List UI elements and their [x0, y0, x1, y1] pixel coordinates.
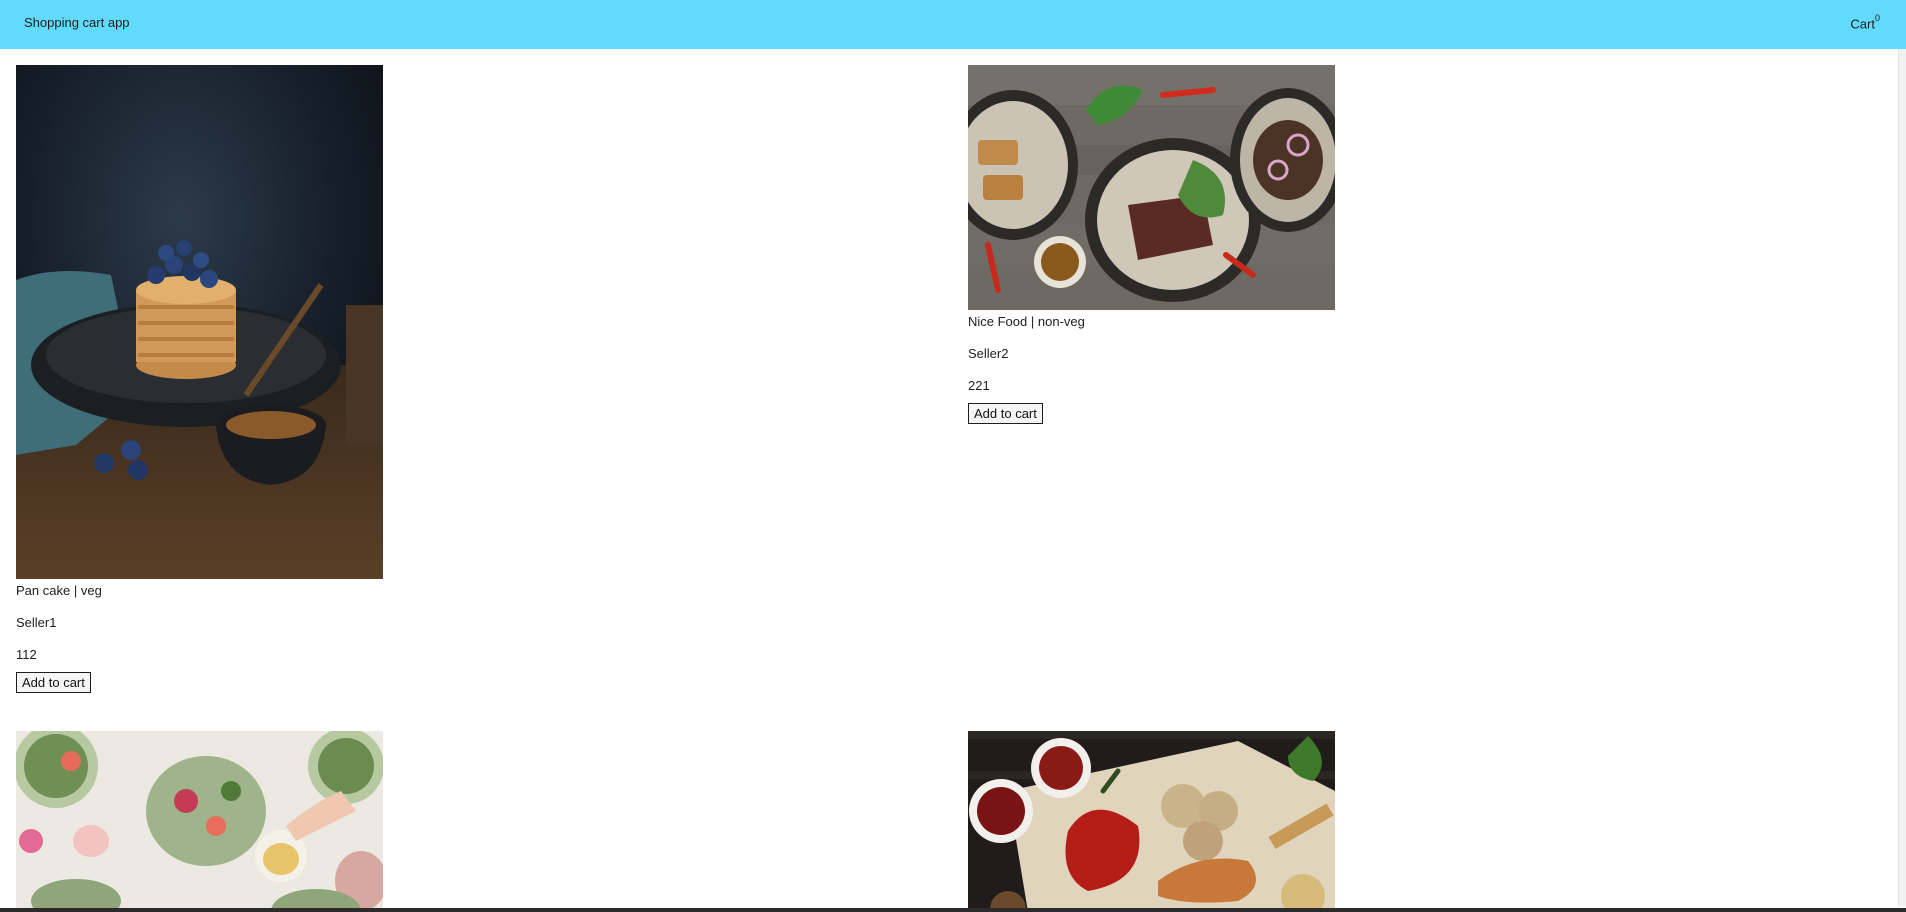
page-scrollbar[interactable]	[1898, 49, 1906, 906]
name-separator: |	[1030, 314, 1035, 329]
window-bottom-edge	[0, 908, 1906, 912]
product-price: 221	[968, 378, 990, 393]
product-seller: Seller1	[16, 615, 57, 630]
grilled-vegetables-photo	[968, 731, 1335, 912]
add-to-cart-button[interactable]: Add to cart	[16, 672, 91, 693]
cart-link[interactable]: Cart0	[1850, 13, 1880, 32]
product-type: veg	[80, 583, 102, 598]
product-type: non-veg	[1037, 314, 1085, 329]
product-name-line: Pan cake | veg	[16, 583, 383, 599]
product-card: Pan cake | veg Seller1 112 Add to cart	[16, 65, 383, 693]
product-card	[16, 731, 383, 912]
salad-table-photo	[16, 731, 383, 912]
add-to-cart-button[interactable]: Add to cart	[968, 403, 1043, 424]
app-header: Shopping cart app Cart0	[0, 0, 1906, 49]
product-card	[968, 731, 1335, 912]
product-name-line: Nice Food | non-veg	[968, 314, 1335, 330]
product-price: 112	[16, 647, 37, 662]
product-seller: Seller2	[968, 346, 1009, 361]
app-title: Shopping cart app	[24, 15, 130, 30]
product-name: Nice Food	[968, 314, 1028, 329]
product-card: Nice Food | non-veg Seller2 221 Add to c…	[968, 65, 1335, 424]
pancake-photo	[16, 65, 383, 579]
cart-label: Cart	[1850, 16, 1875, 32]
product-name: Pan cake	[16, 583, 71, 598]
cart-count-badge: 0	[1874, 13, 1880, 23]
steak-platter-photo	[968, 65, 1335, 310]
name-separator: |	[73, 583, 78, 598]
shopping-cart-page: Shopping cart app Cart0 Pan cake | veg S…	[0, 0, 1906, 912]
